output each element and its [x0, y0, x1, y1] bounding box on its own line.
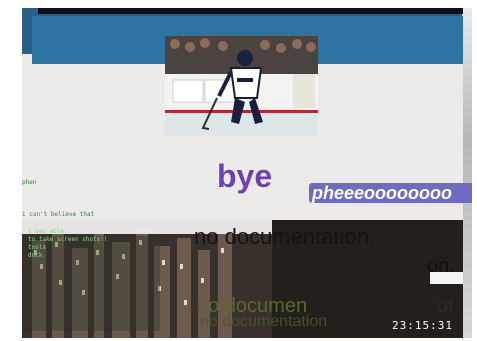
- hockey-photo: [165, 36, 318, 136]
- fragment-of: ot: [437, 295, 454, 317]
- chat-line-4: dock: [28, 252, 43, 259]
- glitch-region: i was able to take screen shots!! tools …: [22, 220, 463, 338]
- desktop-frame: bye pheeeoooooooo phen i can't believe t…: [22, 8, 472, 338]
- chat-top-line: phen: [22, 179, 37, 186]
- chat-line-2: to take screen shots!!: [28, 236, 108, 243]
- chat-line-3: tools: [28, 244, 47, 251]
- white-band: [430, 272, 463, 284]
- chat-panel: [26, 236, 160, 331]
- pheeeooo-banner: pheeeoooooooo: [309, 183, 472, 203]
- clock-readout: 23:15:31: [392, 319, 453, 332]
- header-strip: [38, 8, 472, 14]
- chat-line-0: i can't believe that: [22, 211, 95, 218]
- chat-line-1: i was able: [28, 228, 65, 235]
- bye-text: bye: [217, 158, 273, 194]
- right-scroll-strip[interactable]: [463, 8, 472, 338]
- no-documentation-text: no documentation.: [194, 224, 376, 249]
- no-documentation-ghost: no documentation: [200, 313, 328, 330]
